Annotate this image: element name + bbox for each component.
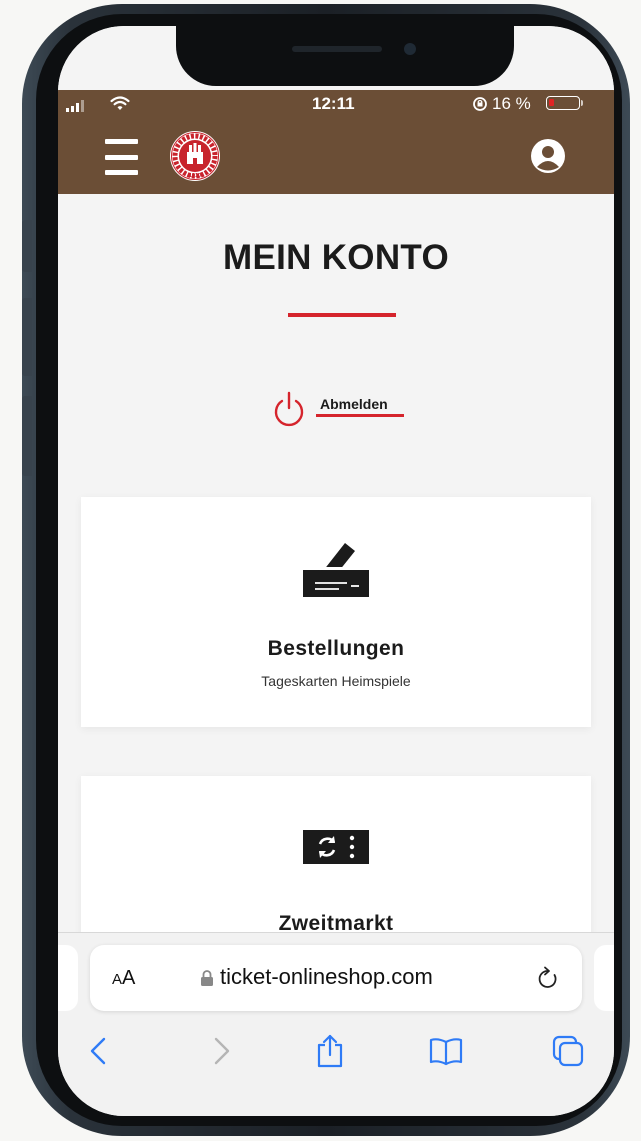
volume-up-button (22, 298, 32, 376)
battery-icon (546, 96, 580, 110)
logout-underline (316, 414, 404, 417)
next-tab-peek[interactable] (594, 945, 614, 1011)
page-title: MEIN KONTO (223, 238, 449, 277)
phone-screen: 12:11 16 % 1910 MEIN KONTO Abmelden Best… (58, 26, 614, 1116)
reload-icon[interactable] (536, 965, 560, 991)
previous-tab-peek[interactable] (58, 945, 78, 1011)
forward-icon[interactable] (200, 1029, 244, 1073)
lock-icon (201, 970, 213, 986)
status-bar: 12:11 16 % (58, 90, 614, 118)
orders-card[interactable]: Bestellungen Tageskarten Heimspiele (81, 497, 591, 727)
url-text: ticket-onlineshop.com (220, 964, 433, 989)
page-content: MEIN KONTO Abmelden Bestellungen Tageska… (58, 194, 614, 976)
volume-down-button (22, 396, 32, 476)
orders-title: Bestellungen (267, 637, 405, 660)
mute-switch (22, 220, 32, 272)
logout-label: Abmelden (320, 396, 388, 412)
text-size-button[interactable]: AA (112, 967, 135, 990)
user-account-icon[interactable] (530, 138, 566, 174)
address-bar[interactable]: AA ticket-onlineshop.com (90, 945, 582, 1011)
logout-button[interactable]: Abmelden (272, 389, 422, 429)
notch (176, 26, 514, 86)
tabs-icon[interactable] (546, 1029, 590, 1073)
status-time: 12:11 (312, 94, 355, 113)
title-divider (288, 313, 396, 317)
rotation-lock-icon (473, 97, 487, 111)
cellular-signal-icon (66, 100, 84, 112)
club-logo[interactable]: 1910 (169, 130, 221, 182)
share-icon[interactable] (308, 1029, 352, 1073)
browser-toolbar (58, 1029, 614, 1079)
battery-percentage: 16 % (492, 94, 531, 113)
power-icon (274, 391, 304, 427)
front-camera (404, 43, 416, 55)
bookmarks-icon[interactable] (424, 1029, 468, 1073)
back-icon[interactable] (76, 1029, 120, 1073)
browser-bottom-bar: AA ticket-onlineshop.com (58, 932, 614, 1116)
ticket-order-icon (303, 543, 369, 597)
ticket-resale-icon (303, 830, 369, 864)
logo-year: 1910 (189, 173, 201, 179)
hamburger-icon[interactable] (105, 139, 138, 175)
speaker (292, 46, 382, 52)
orders-subtitle: Tageskarten Heimspiele (261, 673, 411, 689)
wifi-icon (110, 96, 130, 110)
